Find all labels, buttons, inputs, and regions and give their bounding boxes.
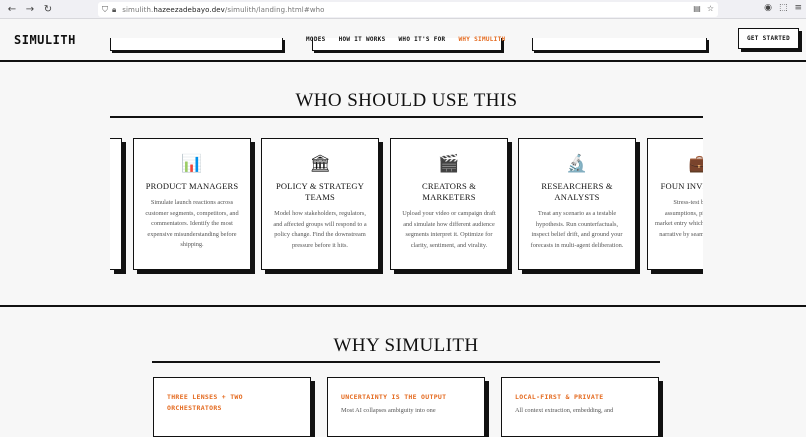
card-title: PRODUCT MANAGERS bbox=[145, 181, 239, 191]
why-card-description: All context extraction, embedding, and bbox=[515, 407, 614, 414]
why-card: LOCAL-FIRST & PRIVATE All context extrac… bbox=[501, 377, 659, 437]
microscope-icon: 🔬 bbox=[566, 154, 588, 174]
back-icon[interactable]: ← bbox=[4, 1, 20, 17]
card-description: Model how stakeholders, regulators, and … bbox=[273, 210, 367, 249]
card-description: Treat any scenario as a testable hypothe… bbox=[530, 210, 624, 249]
nav-why-simulith[interactable]: WHY SIMULITH bbox=[458, 36, 505, 43]
briefcase-icon: 💼 bbox=[688, 154, 703, 174]
why-card-title: LOCAL-FIRST & PRIVATE bbox=[515, 393, 604, 401]
nav-how-it-works[interactable]: HOW IT WORKS bbox=[339, 36, 386, 43]
audience-carousel[interactable]: 📊 PRODUCT MANAGERS Simulate launch react… bbox=[110, 138, 703, 274]
card-title: POLICY & STRATEGY TEAMS bbox=[275, 181, 365, 202]
clapperboard-icon: 🎬 bbox=[438, 154, 460, 174]
lock-icon[interactable]: 🔒︎ bbox=[112, 5, 116, 15]
get-started-button[interactable]: GET STARTED bbox=[738, 28, 799, 49]
divider bbox=[152, 361, 660, 363]
audience-card[interactable]: 🏛 POLICY & STRATEGY TEAMS Model how stak… bbox=[261, 138, 379, 270]
classical-building-icon: 🏛 bbox=[309, 154, 331, 174]
divider bbox=[110, 116, 703, 118]
why-card: UNCERTAINTY IS THE OUTPUT Most AI collap… bbox=[327, 377, 485, 437]
card-title: RESEARCHERS & ANALYSTS bbox=[541, 181, 613, 202]
why-card-description: Most AI collapses ambiguity into one bbox=[341, 407, 436, 414]
card-description: Stress-test b assumptions, pi market ent… bbox=[655, 199, 703, 238]
card-title: FOUN INVE bbox=[660, 181, 703, 191]
audience-card[interactable]: 🔬 RESEARCHERS & ANALYSTS Treat any scena… bbox=[518, 138, 636, 270]
card-title: CREATORS & MARKETERS bbox=[421, 181, 477, 202]
card-description: Simulate launch reactions across custome… bbox=[145, 199, 239, 248]
shield-icon[interactable]: ⛉ bbox=[102, 5, 108, 15]
main-nav: MODES HOW IT WORKS WHO IT'S FOR WHY SIMU… bbox=[306, 36, 505, 43]
audience-card[interactable]: 📊 PRODUCT MANAGERS Simulate launch react… bbox=[133, 138, 251, 270]
url-text[interactable]: simulith.hazeezadebayo.dev/simulith/land… bbox=[122, 6, 324, 14]
why-section-title: WHY SIMULITH bbox=[333, 335, 479, 356]
audience-card-partial[interactable]: 💼 FOUN INVE Stress-test b assumptions, p… bbox=[647, 138, 703, 270]
account-icon[interactable]: ◉ bbox=[764, 3, 772, 13]
extensions-icon[interactable]: ⬚ bbox=[779, 3, 788, 13]
card-peek bbox=[532, 38, 707, 51]
why-card: THREE LENSES + TWO ORCHESTRATORS bbox=[153, 377, 311, 437]
who-section-title: WHO SHOULD USE THIS bbox=[295, 90, 518, 111]
audience-card[interactable]: 🎬 CREATORS & MARKETERS Upload your video… bbox=[390, 138, 508, 270]
bar-chart-icon: 📊 bbox=[181, 154, 203, 174]
card-peek bbox=[110, 38, 283, 51]
card-description: Upload your video or campaign draft and … bbox=[402, 210, 496, 249]
why-card-title: UNCERTAINTY IS THE OUTPUT bbox=[341, 393, 447, 401]
reload-icon[interactable]: ↻ bbox=[40, 1, 56, 17]
site-logo[interactable]: SIMULITH bbox=[14, 33, 76, 47]
why-card-title: THREE LENSES + TWO ORCHESTRATORS bbox=[167, 393, 243, 412]
nav-who-its-for[interactable]: WHO IT'S FOR bbox=[399, 36, 446, 43]
browser-toolbar: ← → ↻ ⛉ 🔒︎ simulith.hazeezadebayo.dev/si… bbox=[0, 0, 806, 19]
site-header: SIMULITH MODES HOW IT WORKS WHO IT'S FOR… bbox=[0, 19, 806, 62]
forward-icon[interactable]: → bbox=[22, 1, 38, 17]
reader-icon[interactable]: ▤ bbox=[693, 4, 701, 13]
card-partial-left bbox=[110, 138, 122, 270]
address-bar[interactable]: ⛉ 🔒︎ simulith.hazeezadebayo.dev/simulith… bbox=[98, 2, 718, 17]
nav-modes[interactable]: MODES bbox=[306, 36, 326, 43]
section-divider bbox=[0, 305, 806, 307]
menu-icon[interactable]: ≡ bbox=[794, 3, 802, 13]
bookmark-star-icon[interactable]: ☆ bbox=[707, 4, 714, 13]
